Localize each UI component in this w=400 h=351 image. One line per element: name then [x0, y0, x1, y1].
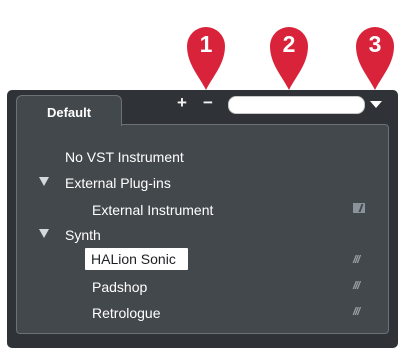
- callout-number: 2: [282, 31, 296, 57]
- callout-1: 1: [183, 22, 229, 92]
- remove-tab-button[interactable]: −: [203, 94, 213, 111]
- callout-2: 2: [266, 22, 312, 92]
- tab-label: Default: [46, 105, 92, 120]
- chevron-down-icon[interactable]: [370, 101, 382, 108]
- rack-icon: ///: [353, 280, 360, 292]
- rack-icon: ///: [353, 306, 360, 318]
- tab-default[interactable]: Default: [16, 95, 122, 126]
- search-input[interactable]: [228, 96, 365, 114]
- folder-synth[interactable]: Synth: [65, 226, 101, 244]
- external-instrument-icon: [353, 203, 365, 213]
- list-item-halion-sonic[interactable]: HALion Sonic: [85, 248, 188, 270]
- callout-3: 3: [352, 22, 398, 92]
- list-item-external-instrument[interactable]: External Instrument: [92, 201, 213, 219]
- list-item-no-vst[interactable]: No VST Instrument: [65, 148, 184, 166]
- folder-external-plug-ins[interactable]: External Plug-ins: [65, 174, 171, 192]
- list-item-retrologue[interactable]: Retrologue: [92, 304, 161, 322]
- expand-triangle-icon[interactable]: [39, 229, 49, 238]
- expand-triangle-icon[interactable]: [39, 177, 49, 186]
- callout-number: 3: [368, 31, 382, 57]
- list-item-label: HALion Sonic: [91, 251, 176, 267]
- rack-icon: ///: [353, 254, 360, 266]
- add-tab-button[interactable]: +: [177, 94, 187, 111]
- list-item-padshop[interactable]: Padshop: [92, 278, 147, 296]
- callout-number: 1: [199, 31, 213, 57]
